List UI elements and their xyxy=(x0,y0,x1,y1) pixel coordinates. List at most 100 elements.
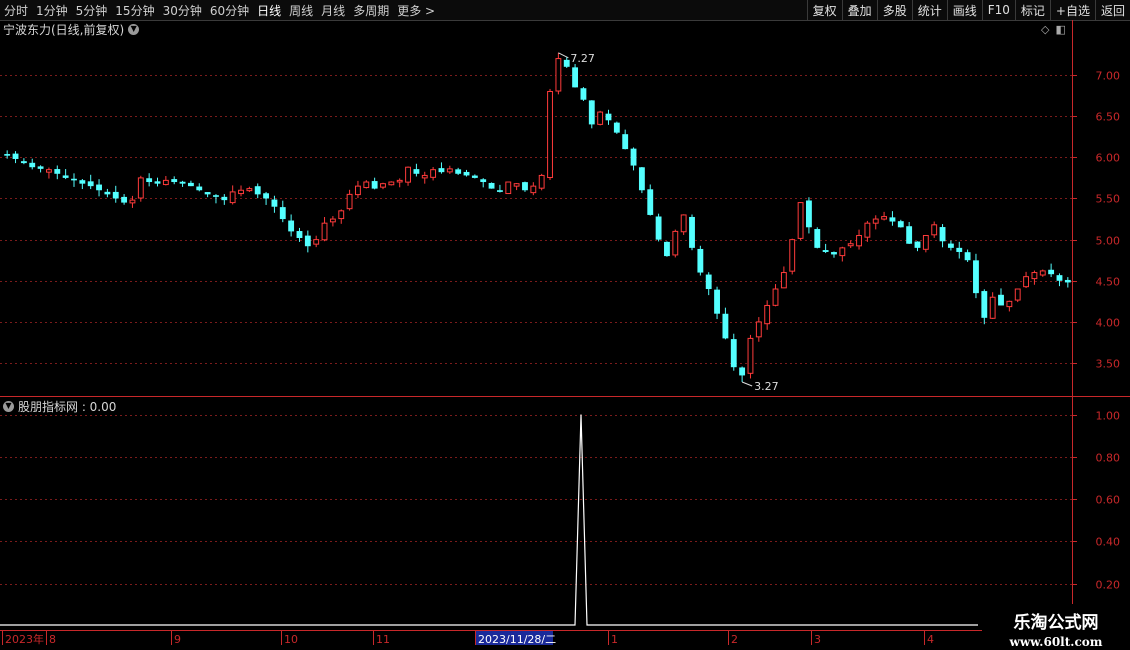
indicator-tick-label-1: 0.40 xyxy=(1096,536,1121,549)
candle-body-up xyxy=(346,193,353,210)
candle-body-up xyxy=(764,304,771,325)
candle-body-up xyxy=(772,288,779,306)
candle-body-up xyxy=(1023,276,1029,288)
price-tick-label-3: 5.00 xyxy=(1096,235,1121,248)
candle-body-down xyxy=(697,248,704,273)
candle-body-down xyxy=(263,193,269,199)
candle-body-down xyxy=(288,220,295,232)
candle-body-down xyxy=(271,199,278,207)
candle-body-up xyxy=(931,224,938,236)
date-label-1: 8 xyxy=(49,633,56,646)
candle-body-down xyxy=(914,241,921,248)
candle-body-down xyxy=(1056,275,1063,281)
candle-body-down xyxy=(897,221,904,228)
candle-body-down xyxy=(739,367,746,376)
candle-body-down xyxy=(304,235,311,247)
candle-body-down xyxy=(1048,269,1055,275)
low-marker-line xyxy=(741,381,753,387)
candle-body-down xyxy=(1064,279,1071,283)
candle-body-down xyxy=(96,184,102,191)
candle-body-up xyxy=(129,199,136,204)
price-tick-label-4: 5.50 xyxy=(1096,193,1121,206)
price-tick-label-5: 6.00 xyxy=(1096,152,1121,165)
candle-body-up xyxy=(872,218,879,224)
candle-body-down xyxy=(831,252,837,255)
candle-body-up xyxy=(597,111,604,125)
date-label-9: 4 xyxy=(927,633,934,646)
candle-body-up xyxy=(513,183,520,187)
candle-body-up xyxy=(1014,288,1021,301)
candle-body-down xyxy=(622,134,629,150)
candle-body-down xyxy=(605,113,612,121)
candle-body-down xyxy=(889,217,896,222)
candle-body-down xyxy=(522,182,528,191)
candle-body-down xyxy=(588,100,595,125)
candle-body-down xyxy=(956,247,963,252)
candle-body-up xyxy=(329,218,336,223)
candle-body-up xyxy=(856,235,862,247)
candle-body-up xyxy=(355,185,361,196)
candle-body-up xyxy=(162,179,169,186)
candle-body-up xyxy=(505,181,512,195)
candle-body-down xyxy=(20,161,27,164)
candle-body-up xyxy=(797,202,804,239)
candle-body-up xyxy=(789,239,796,272)
watermark: 乐淘公式网 www.60lt.com xyxy=(982,604,1130,650)
date-label-7: 2 xyxy=(731,633,738,646)
candle-body-down xyxy=(71,178,77,181)
candle-body-up xyxy=(388,181,395,186)
candle-body-down xyxy=(438,168,445,173)
price-tick-label-7: 7.00 xyxy=(1096,70,1121,83)
candle-body-down xyxy=(973,260,979,294)
candle-body-up xyxy=(405,166,411,183)
candle-body-down xyxy=(79,180,86,184)
candle-body-down xyxy=(638,167,645,191)
candle-body-down xyxy=(146,178,153,183)
candle-body-down xyxy=(455,169,462,174)
candle-body-down xyxy=(730,339,737,368)
candle-body-down xyxy=(714,289,720,314)
candle-body-down xyxy=(371,181,378,189)
indicator-tick-label-0: 0.20 xyxy=(1096,579,1121,592)
candle-body-up xyxy=(922,235,929,250)
candle-body-down xyxy=(279,207,286,220)
candle-body-up xyxy=(864,222,871,238)
candle-body-up xyxy=(137,177,144,199)
candle-body-up xyxy=(396,179,403,183)
candle-body-up xyxy=(530,185,537,194)
candle-body-down xyxy=(463,171,470,176)
candle-body-down xyxy=(87,181,94,187)
candle-body-up xyxy=(238,189,244,195)
price-tick-label-6: 6.50 xyxy=(1096,111,1121,124)
candle-body-up xyxy=(780,272,787,289)
candle-body-down xyxy=(104,191,111,195)
candle-body-up xyxy=(229,191,236,204)
date-label-5: 2023/11/28/二 xyxy=(478,633,556,646)
candle-body-up xyxy=(430,169,437,178)
candle-body-down xyxy=(630,148,637,166)
candle-body-up xyxy=(313,239,320,245)
date-label-6: 1 xyxy=(611,633,618,646)
candle-body-down xyxy=(947,243,954,248)
high-label: 7.27 xyxy=(570,52,595,65)
candle-body-down xyxy=(981,291,988,318)
price-tick-label-1: 4.00 xyxy=(1096,317,1121,330)
candle-body-down xyxy=(722,313,729,339)
kline-chart[interactable]: 3.50 4.00 4.50 5.00 5.50 6.00 6.50 7.00 0.20 0.40… xyxy=(0,0,1130,650)
candle-body-up xyxy=(363,181,370,189)
candle-body-down xyxy=(29,162,36,168)
candle-body-up xyxy=(246,188,253,192)
candle-body-down xyxy=(563,59,570,67)
candle-body-up xyxy=(881,216,888,220)
high-marker-line xyxy=(558,52,569,59)
candle-body-up xyxy=(672,230,679,256)
candle-body-up xyxy=(446,168,453,173)
candle-body-down xyxy=(296,231,303,238)
candle-body-up xyxy=(747,337,754,374)
candle-body-down xyxy=(689,216,695,248)
candle-body-down xyxy=(705,274,712,290)
candle-body-up xyxy=(1006,300,1013,308)
candle-body-down xyxy=(221,196,228,201)
candle-body-up xyxy=(1039,270,1046,276)
candle-body-down xyxy=(179,181,186,184)
